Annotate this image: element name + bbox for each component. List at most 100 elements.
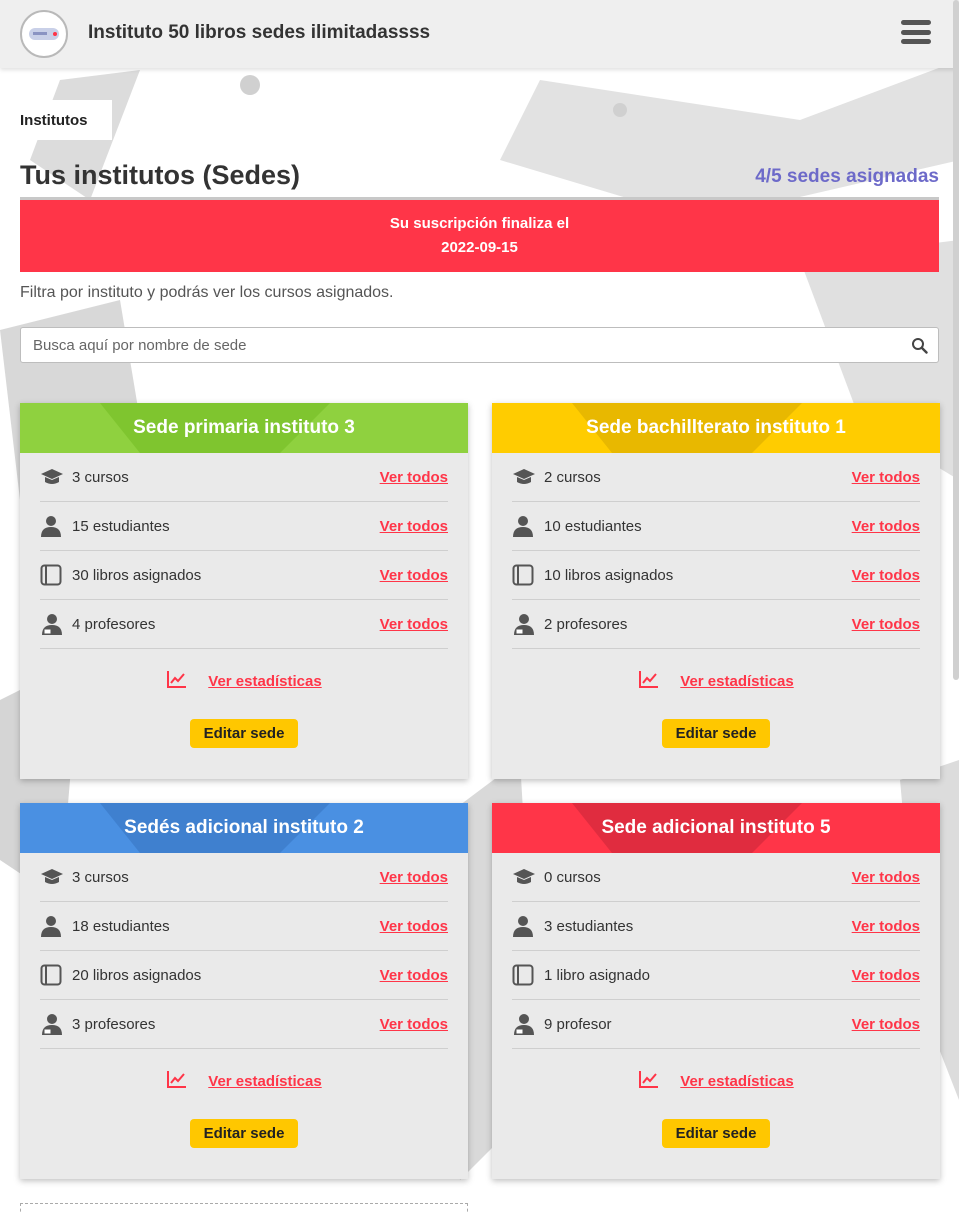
editar-sede-button[interactable]: Editar sede xyxy=(189,1119,299,1148)
student-icon xyxy=(40,915,72,937)
stats-row: Ver estadísticas xyxy=(492,669,940,693)
ver-todos-cursos-link[interactable]: Ver todos xyxy=(380,869,448,886)
logo-icon xyxy=(29,28,59,40)
libros-row: 30 libros asignados Ver todos xyxy=(40,551,448,600)
graduation-cap-icon xyxy=(512,868,544,886)
libros-count: 1 libro asignado xyxy=(544,966,650,984)
estudiantes-row: 10 estudiantes Ver todos xyxy=(512,502,920,551)
scrollbar[interactable] xyxy=(953,0,959,680)
cursos-count: 0 cursos xyxy=(544,868,601,886)
editar-sede-button[interactable]: Editar sede xyxy=(661,719,771,748)
graduation-cap-icon xyxy=(40,468,72,486)
chart-icon xyxy=(638,1069,660,1093)
libros-count: 30 libros asignados xyxy=(72,566,202,584)
book-icon xyxy=(512,964,544,986)
ver-todos-libros-link[interactable]: Ver todos xyxy=(380,967,448,984)
libros-row: 1 libro asignado Ver todos xyxy=(512,951,920,1000)
subscription-alert: Su suscripción finaliza el 2022-09-15 xyxy=(20,200,939,272)
cursos-count: 3 cursos xyxy=(72,468,129,486)
editar-sede-button[interactable]: Editar sede xyxy=(189,719,299,748)
book-icon xyxy=(40,964,72,986)
chart-icon xyxy=(166,1069,188,1093)
page-header: Tus institutos (Sedes) 4/5 sedes asignad… xyxy=(20,158,939,200)
filter-hint: Filtra por instituto y podrás ver los cu… xyxy=(20,284,394,301)
search-icon[interactable] xyxy=(911,337,928,354)
ver-estadisticas-link[interactable]: Ver estadísticas xyxy=(208,673,321,690)
estudiantes-count: 18 estudiantes xyxy=(72,917,170,935)
estudiantes-count: 10 estudiantes xyxy=(544,517,642,535)
book-icon xyxy=(512,564,544,586)
ver-todos-cursos-link[interactable]: Ver todos xyxy=(380,469,448,486)
profesores-count: 9 profesor xyxy=(544,1015,612,1033)
ver-todos-cursos-link[interactable]: Ver todos xyxy=(852,869,920,886)
ver-todos-estudiantes-link[interactable]: Ver todos xyxy=(852,518,920,535)
ver-estadisticas-link[interactable]: Ver estadísticas xyxy=(208,1073,321,1090)
ver-todos-profesores-link[interactable]: Ver todos xyxy=(380,1016,448,1033)
institute-logo[interactable] xyxy=(20,10,68,58)
libros-count: 10 libros asignados xyxy=(544,566,674,584)
search-input[interactable] xyxy=(21,328,881,362)
profesores-count: 2 profesores xyxy=(544,615,628,633)
cursos-count: 2 cursos xyxy=(544,468,601,486)
sede-card-header: Sedés adicional instituto 2 xyxy=(20,803,468,853)
ver-estadisticas-link[interactable]: Ver estadísticas xyxy=(680,1073,793,1090)
libros-row: 20 libros asignados Ver todos xyxy=(40,951,448,1000)
ver-todos-profesores-link[interactable]: Ver todos xyxy=(852,616,920,633)
sede-card: Sedés adicional instituto 2 3 cursos Ver… xyxy=(20,803,468,1179)
ver-estadisticas-link[interactable]: Ver estadísticas xyxy=(680,673,793,690)
cursos-row: 0 cursos Ver todos xyxy=(512,853,920,902)
ver-todos-estudiantes-link[interactable]: Ver todos xyxy=(380,918,448,935)
estudiantes-row: 18 estudiantes Ver todos xyxy=(40,902,448,951)
estudiantes-row: 15 estudiantes Ver todos xyxy=(40,502,448,551)
search-box xyxy=(20,327,939,363)
profesores-row: 2 profesores Ver todos xyxy=(512,600,920,649)
sede-card-header: Sede primaria instituto 3 xyxy=(20,403,468,453)
page-title: Tus institutos (Sedes) xyxy=(20,160,301,190)
profesores-row: 4 profesores Ver todos xyxy=(40,600,448,649)
ver-todos-libros-link[interactable]: Ver todos xyxy=(852,967,920,984)
book-icon xyxy=(40,564,72,586)
ver-todos-estudiantes-link[interactable]: Ver todos xyxy=(852,918,920,935)
app-title: Instituto 50 libros sedes ilimitadassss xyxy=(88,22,431,43)
ver-todos-estudiantes-link[interactable]: Ver todos xyxy=(380,518,448,535)
sede-card-header: Sede adicional instituto 5 xyxy=(492,803,940,853)
profesores-count: 3 profesores xyxy=(72,1015,156,1033)
ver-todos-profesores-link[interactable]: Ver todos xyxy=(380,616,448,633)
teacher-icon xyxy=(40,1013,72,1035)
ver-todos-cursos-link[interactable]: Ver todos xyxy=(852,469,920,486)
breadcrumb-item-institutos[interactable]: Institutos xyxy=(20,112,88,129)
profesores-row: 3 profesores Ver todos xyxy=(40,1000,448,1049)
alert-date: 2022-09-15 xyxy=(441,239,518,256)
cursos-row: 3 cursos Ver todos xyxy=(40,453,448,502)
stats-row: Ver estadísticas xyxy=(20,1069,468,1093)
estudiantes-row: 3 estudiantes Ver todos xyxy=(512,902,920,951)
libros-count: 20 libros asignados xyxy=(72,966,202,984)
editar-sede-button[interactable]: Editar sede xyxy=(661,1119,771,1148)
stats-row: Ver estadísticas xyxy=(20,669,468,693)
graduation-cap-icon xyxy=(40,868,72,886)
ver-todos-profesores-link[interactable]: Ver todos xyxy=(852,1016,920,1033)
ver-todos-libros-link[interactable]: Ver todos xyxy=(852,567,920,584)
student-icon xyxy=(40,515,72,537)
libros-row: 10 libros asignados Ver todos xyxy=(512,551,920,600)
cursos-row: 3 cursos Ver todos xyxy=(40,853,448,902)
alert-line: Su suscripción finaliza el xyxy=(389,215,570,232)
sede-name: Sede bachillterato instituto 1 xyxy=(586,417,846,438)
teacher-icon xyxy=(40,613,72,635)
chart-icon xyxy=(166,669,188,693)
sede-card: Sede primaria instituto 3 3 cursos Ver t… xyxy=(20,403,468,779)
sede-name: Sede adicional instituto 5 xyxy=(601,817,831,838)
sede-card: Sede adicional instituto 5 0 cursos Ver … xyxy=(492,803,940,1179)
cursos-count: 3 cursos xyxy=(72,868,129,886)
add-sede-card-partial[interactable] xyxy=(20,1203,468,1214)
hamburger-menu-icon[interactable] xyxy=(901,18,931,46)
profesores-row: 9 profesor Ver todos xyxy=(512,1000,920,1049)
student-icon xyxy=(512,915,544,937)
cursos-row: 2 cursos Ver todos xyxy=(512,453,920,502)
estudiantes-count: 3 estudiantes xyxy=(544,917,634,935)
chart-icon xyxy=(638,669,660,693)
teacher-icon xyxy=(512,613,544,635)
graduation-cap-icon xyxy=(512,468,544,486)
ver-todos-libros-link[interactable]: Ver todos xyxy=(380,567,448,584)
breadcrumb[interactable]: Institutos xyxy=(0,100,112,140)
